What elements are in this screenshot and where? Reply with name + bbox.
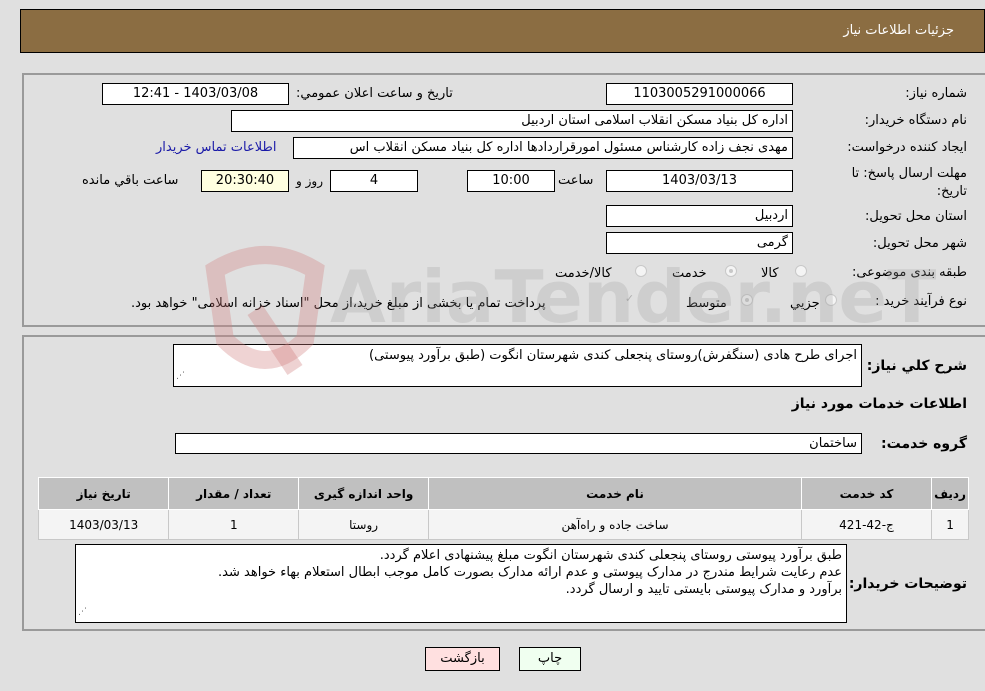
col-date: تاريخ نياز [37, 477, 170, 510]
cell-row: 1 [931, 509, 969, 540]
page-header: جزئیات اطلاعات نیاز [20, 9, 985, 53]
service-group-label: گروه خدمت: [881, 436, 967, 452]
resize-grip-icon[interactable]: ⋰ [78, 604, 87, 621]
deadline-label-2: تاریخ: [936, 184, 967, 199]
process-radio-medium[interactable] [741, 294, 753, 306]
city-field: گرمی [606, 232, 793, 254]
buyer-note-line: عدم رعایت شرایط مندرج در مدارک پیوستی و … [218, 565, 842, 580]
remaining-time-field: 20:30:40 [201, 170, 289, 192]
category-radio-goods[interactable] [795, 265, 807, 277]
announce-datetime-field: 1403/03/08 - 12:41 [102, 83, 289, 105]
buyer-note-line: برآورد و مدارک پیوستی بایستی تایید و ارس… [565, 582, 842, 597]
creator-field: مهدی نجف زاده کارشناس مسئول امورقرارداده… [293, 137, 793, 159]
service-group-field: ساختمان [175, 433, 862, 454]
cell-code: ج-42-421 [800, 509, 933, 540]
buyer-notes-textarea[interactable]: طبق برآورد پیوستی روستای پنجعلی کندی شهر… [75, 544, 847, 623]
services-section-title: اطلاعات خدمات مورد نياز [791, 396, 967, 412]
col-unit: واحد اندازه گيری [298, 477, 430, 510]
remaining-days-field: 4 [330, 170, 418, 192]
cell-qty: 1 [168, 509, 300, 540]
description-text: اجرای طرح هادی (سنگفرش)روستای پنجعلی کند… [369, 348, 857, 363]
buyer-note-line: طبق برآورد پیوستی روستای پنجعلی کندی شهر… [379, 548, 842, 563]
col-code: كد خدمت [800, 477, 933, 510]
back-button[interactable]: بازگشت [425, 647, 500, 671]
print-button[interactable]: چاپ [519, 647, 581, 671]
category-option-goods: کالا [761, 266, 779, 281]
services-table: رديف كد خدمت نام خدمت واحد اندازه گيری ت… [37, 477, 969, 540]
buyer-org-label: نام دستگاه خریدار: [864, 113, 967, 128]
deadline-label: مهلت ارسال پاسخ: تا [851, 166, 967, 181]
need-number-field: 1103005291000066 [606, 83, 793, 105]
deadline-time-field: 10:00 [467, 170, 555, 192]
category-label: طبقه بندی موضوعی: [851, 265, 967, 280]
col-row: رديف [931, 477, 969, 510]
col-name: نام خدمت [428, 477, 802, 510]
buyer-contact-link[interactable]: اطلاعات تماس خریدار [156, 140, 276, 155]
table-header-row: رديف كد خدمت نام خدمت واحد اندازه گيری ت… [37, 477, 969, 510]
process-option-minor: جزيي [790, 296, 820, 311]
services-table-wrap: رديف كد خدمت نام خدمت واحد اندازه گيری ت… [37, 477, 969, 540]
process-option-medium: متوسط [686, 296, 727, 311]
category-radio-goods-service[interactable] [635, 265, 647, 277]
buyer-org-field: اداره کل بنیاد مسکن انقلاب اسلامی استان … [231, 110, 793, 132]
province-field: اردبیل [606, 205, 793, 227]
creator-label: ایجاد کننده درخواست: [847, 140, 967, 155]
buyer-notes-label: توضيحات خريدار: [848, 576, 967, 592]
announce-label: تاریخ و ساعت اعلان عمومي: [296, 86, 453, 101]
treasury-checkbox[interactable]: ✓ [624, 293, 635, 304]
days-label: روز و [296, 174, 323, 188]
payment-note: پرداخت تمام یا بخشی از مبلغ خرید،از محل … [131, 296, 546, 311]
category-option-goods-service: کالا/خدمت [555, 266, 612, 281]
cell-unit: روستا [298, 509, 430, 540]
deadline-time-label: ساعت [558, 173, 594, 188]
table-row: 1 ج-42-421 ساخت جاده و راه‌آهن روستا 1 1… [37, 509, 969, 540]
city-label: شهر محل تحویل: [872, 236, 967, 251]
province-label: استان محل تحویل: [865, 209, 967, 224]
category-option-service: خدمت [672, 266, 707, 281]
remaining-label: ساعت باقي مانده [82, 173, 179, 188]
resize-grip-icon[interactable]: ⋰ [176, 368, 185, 385]
category-radio-service[interactable] [725, 265, 737, 277]
process-radio-minor[interactable] [825, 294, 837, 306]
process-label: نوع فرآیند خرید : [875, 294, 967, 309]
description-label: شرح كلي نياز: [866, 358, 967, 374]
cell-name: ساخت جاده و راه‌آهن [428, 509, 802, 540]
deadline-date-field: 1403/03/13 [606, 170, 793, 192]
page-title: جزئیات اطلاعات نیاز [843, 23, 954, 38]
col-qty: تعداد / مقدار [168, 477, 300, 510]
cell-date: 1403/03/13 [37, 509, 170, 540]
need-number-label: شماره نیاز: [905, 86, 967, 101]
description-textarea[interactable]: اجرای طرح هادی (سنگفرش)روستای پنجعلی کند… [173, 344, 862, 387]
